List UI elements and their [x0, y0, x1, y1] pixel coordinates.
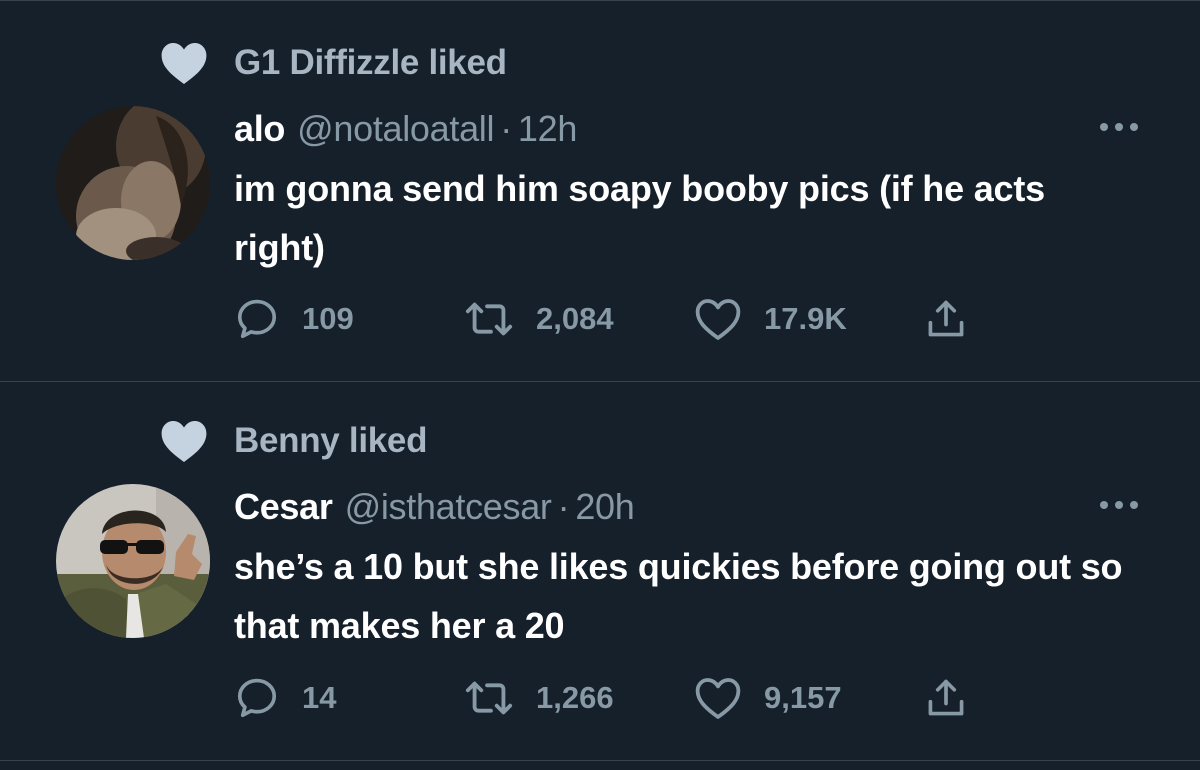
retweet-button[interactable]: 2,084	[464, 299, 694, 339]
more-dots-icon	[1100, 123, 1138, 131]
reply-count: 14	[302, 680, 337, 715]
heart-fill-icon	[161, 421, 207, 462]
bottom-divider	[0, 760, 1200, 761]
reply-button[interactable]: 14	[234, 676, 464, 720]
tweet-header: alo @notaloatall · 12h	[234, 108, 577, 150]
share-icon	[928, 679, 964, 716]
retweet-button[interactable]: 1,266	[464, 678, 694, 718]
retweet-icon	[465, 302, 513, 336]
tweet-time[interactable]: 20h	[575, 486, 634, 528]
retweet-count: 2,084	[536, 301, 614, 336]
tweet-header: Cesar @isthatcesar · 20h	[234, 486, 635, 528]
reply-count: 109	[302, 301, 354, 336]
reply-bubble-icon	[237, 678, 277, 718]
like-count: 17.9K	[764, 301, 847, 336]
tweet-actions: 14 1,266 9,157	[234, 675, 968, 721]
avatar-photo	[56, 484, 210, 638]
more-button[interactable]	[1094, 112, 1144, 142]
reply-bubble-icon	[237, 299, 277, 339]
social-context[interactable]: Benny liked	[160, 416, 427, 466]
more-dots-icon	[1100, 501, 1138, 509]
heart-outline-icon	[695, 299, 741, 340]
timeline: G1 Diffizzle liked alo @notaloatall · 12…	[0, 0, 1200, 770]
tweet-text: she’s a 10 but she likes quickies before…	[234, 546, 1123, 646]
more-button[interactable]	[1094, 490, 1144, 520]
tweet-text: im gonna send him soapy booby pics (if h…	[234, 168, 1045, 268]
share-icon	[928, 300, 964, 337]
tweet-actions: 109 2,084 17.9K	[234, 296, 968, 342]
author-handle[interactable]: @notaloatall	[297, 108, 494, 150]
heart-outline-icon	[695, 678, 741, 719]
tweet-2[interactable]: Benny liked Cesar @isthatcesar · 20h she…	[0, 382, 1200, 760]
share-button[interactable]	[924, 297, 968, 341]
social-context-label: Benny liked	[234, 421, 428, 460]
social-context[interactable]: G1 Diffizzle liked	[160, 38, 507, 88]
retweet-count: 1,266	[536, 680, 614, 715]
like-count: 9,157	[764, 680, 842, 715]
avatar[interactable]	[56, 106, 210, 260]
author-name[interactable]: alo	[234, 108, 285, 150]
separator-dot: ·	[557, 486, 570, 527]
separator-dot: ·	[500, 108, 512, 149]
heart-fill-icon	[161, 43, 207, 84]
like-button[interactable]: 9,157	[694, 676, 924, 720]
like-button[interactable]: 17.9K	[694, 297, 924, 341]
retweet-icon	[465, 681, 513, 715]
tweet-time[interactable]: 12h	[518, 108, 577, 150]
author-handle[interactable]: @isthatcesar	[345, 486, 552, 528]
reply-button[interactable]: 109	[234, 297, 464, 341]
author-name[interactable]: Cesar	[234, 486, 333, 528]
share-button[interactable]	[924, 676, 968, 720]
social-context-label: G1 Diffizzle liked	[234, 43, 507, 82]
avatar[interactable]	[56, 484, 210, 638]
avatar-photo	[56, 106, 210, 260]
tweet-1[interactable]: G1 Diffizzle liked alo @notaloatall · 12…	[0, 0, 1200, 381]
